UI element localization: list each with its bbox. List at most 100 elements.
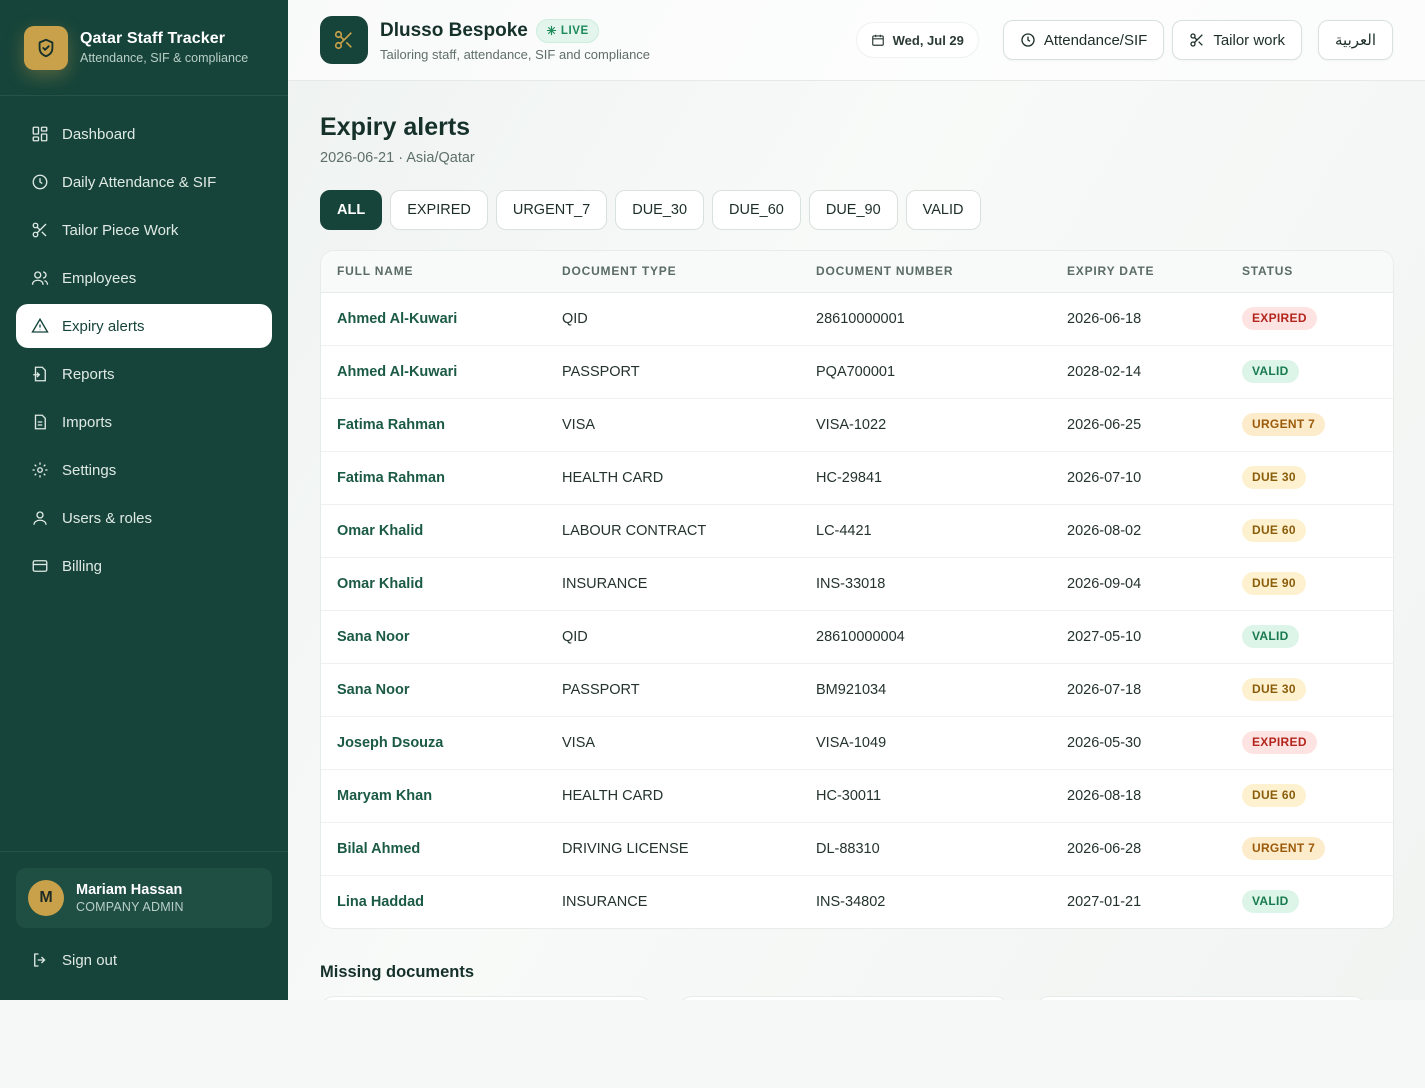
document-number-cell: 28610000001 — [800, 292, 1051, 346]
status-cell: VALID — [1226, 610, 1393, 664]
employee-name-cell[interactable]: Fatima Rahman — [321, 398, 546, 452]
status-badge: URGENT 7 — [1242, 413, 1326, 436]
expiry-date-cell: 2026-07-18 — [1051, 663, 1226, 717]
employee-name-cell[interactable]: Maryam Khan — [321, 769, 546, 823]
table-row[interactable]: Maryam Khan HEALTH CARD HC-30011 2026-08-18… — [321, 769, 1393, 823]
alert-triangle-icon — [30, 316, 50, 336]
employee-name-cell[interactable]: Ahmed Al-Kuwari — [321, 345, 546, 399]
sidebar-item-reports[interactable]: Reports — [16, 352, 272, 396]
sidebar-item-label: Imports — [62, 413, 113, 431]
status-badge: VALID — [1242, 360, 1299, 383]
sidebar-footer: M Mariam Hassan COMPANY ADMIN Sign out — [0, 851, 288, 1000]
sidebar-item-imports[interactable]: Imports — [16, 400, 272, 444]
sidebar-item-users-roles[interactable]: Users & roles — [16, 496, 272, 540]
table-row[interactable]: Lina Haddad INSURANCE INS-34802 2027-01-21 V… — [321, 875, 1393, 928]
document-number-cell: VISA-1022 — [800, 398, 1051, 452]
date-chip: Wed, Jul 29 — [855, 22, 979, 58]
tenant-name: Dlusso Bespoke — [380, 19, 528, 41]
filter-due-60[interactable]: DUE_60 — [712, 190, 801, 230]
status-badge: DUE 30 — [1242, 678, 1306, 701]
table-row[interactable]: Omar Khalid INSURANCE INS-33018 2026-09-04 D… — [321, 557, 1393, 611]
filter-expired[interactable]: EXPIRED — [390, 190, 488, 230]
employee-name-cell[interactable]: Sana Noor — [321, 610, 546, 664]
filter-due-90[interactable]: DUE_90 — [808, 190, 898, 230]
employee-name-cell[interactable]: Sana Noor — [321, 663, 546, 717]
scissors-icon — [1189, 32, 1205, 48]
status-badge: DUE 60 — [1242, 519, 1306, 542]
expiry-date-cell: 2028-02-14 — [1051, 345, 1226, 399]
status-cell: DUE 60 — [1226, 769, 1393, 823]
sign-out-label: Sign out — [62, 951, 118, 969]
sign-out-button[interactable]: Sign out — [16, 940, 272, 980]
main-area: Dlusso Bespoke LIVE Tailoring staff, att… — [288, 0, 1425, 1000]
sidebar-item-dashboard[interactable]: Dashboard — [16, 112, 272, 156]
table-row[interactable]: Ahmed Al-Kuwari QID 28610000001 2026-06-18 E… — [321, 292, 1393, 346]
attendance-sif-button[interactable]: Attendance/SIF — [1002, 20, 1165, 60]
user-name: Mariam Hassan — [76, 882, 183, 898]
status-cell: URGENT 7 — [1226, 398, 1393, 452]
employee-name-cell[interactable]: Ahmed Al-Kuwari — [321, 292, 546, 346]
tenant-subtitle: Tailoring staff, attendance, SIF and com… — [380, 46, 651, 62]
column-header[interactable]: EXPIRY DATE — [1051, 251, 1226, 293]
document-type-cell: VISA — [546, 398, 800, 452]
document-number-cell: DL-88310 — [800, 822, 1051, 876]
language-toggle-button[interactable]: العربية — [1318, 20, 1393, 60]
table-row[interactable]: Sana Noor QID 28610000004 2027-05-10 VALID — [321, 610, 1393, 664]
user-card[interactable]: M Mariam Hassan COMPANY ADMIN — [16, 868, 272, 928]
employee-name-cell[interactable]: Lina Haddad — [321, 875, 546, 928]
employee-name-cell[interactable]: Joseph Dsouza — [321, 716, 546, 770]
sidebar-item-settings[interactable]: Settings — [16, 448, 272, 492]
expiry-date-cell: 2026-08-18 — [1051, 769, 1226, 823]
employee-name-cell[interactable]: Omar Khalid — [321, 504, 546, 558]
shield-check-icon — [24, 25, 68, 70]
sidebar-item-expiry-alerts[interactable]: Expiry alerts — [16, 304, 272, 348]
table-row[interactable]: Fatima Rahman HEALTH CARD HC-29841 2026-07-… — [321, 451, 1393, 505]
table-row[interactable]: Fatima Rahman VISA VISA-1022 2026-06-25 URGE… — [321, 398, 1393, 452]
table-row[interactable]: Omar Khalid LABOUR CONTRACT LC-4421 2026-08… — [321, 504, 1393, 558]
missing-documents-title: Missing documents — [320, 963, 475, 981]
document-type-cell: LABOUR CONTRACT — [546, 504, 800, 558]
expiry-table: FULL NAME DOCUMENT TYPE DOCUMENT NUMBER … — [321, 251, 1393, 928]
document-number-cell: INS-33018 — [800, 557, 1051, 611]
column-header[interactable]: FULL NAME — [321, 251, 546, 293]
scissors-icon — [30, 220, 50, 240]
sidebar-item-label: Employees — [62, 269, 137, 287]
filter-urgent-7[interactable]: URGENT_7 — [495, 190, 608, 230]
filter-all[interactable]: ALL — [320, 190, 383, 230]
sidebar-item-billing[interactable]: Billing — [16, 544, 272, 588]
table-row[interactable]: Ahmed Al-Kuwari PASSPORT PQA700001 2028-02-… — [321, 345, 1393, 399]
status-filters: ALL EXPIRED URGENT_7 DUE_30 DUE_60 DUE_9… — [320, 190, 1393, 230]
document-number-cell: PQA700001 — [800, 345, 1051, 399]
expiry-date-cell: 2026-07-10 — [1051, 451, 1226, 505]
filter-due-30[interactable]: DUE_30 — [615, 190, 705, 230]
status-cell: DUE 90 — [1226, 557, 1393, 611]
employee-name-cell[interactable]: Omar Khalid — [321, 557, 546, 611]
document-number-cell: HC-29841 — [800, 451, 1051, 505]
sidebar-item-label: Tailor Piece Work — [62, 221, 179, 239]
brand-title: Qatar Staff Tracker — [80, 30, 226, 47]
status-cell: EXPIRED — [1226, 292, 1393, 346]
column-header[interactable]: STATUS — [1226, 251, 1393, 293]
document-type-cell: PASSPORT — [546, 663, 800, 717]
table-row[interactable]: Joseph Dsouza VISA VISA-1049 2026-05-30 EXPI… — [321, 716, 1393, 770]
status-badge: DUE 30 — [1242, 466, 1306, 489]
sidebar-item-tailor-piece-work[interactable]: Tailor Piece Work — [16, 208, 272, 252]
employee-name-cell[interactable]: Fatima Rahman — [321, 451, 546, 505]
column-header[interactable]: DOCUMENT TYPE — [546, 251, 800, 293]
report-icon — [30, 364, 50, 384]
column-header[interactable]: DOCUMENT NUMBER — [800, 251, 1051, 293]
sidebar-item-label: Daily Attendance & SIF — [62, 173, 217, 191]
filter-valid[interactable]: VALID — [905, 190, 981, 230]
expiry-date-cell: 2027-05-10 — [1051, 610, 1226, 664]
sidebar-item-employees[interactable]: Employees — [16, 256, 272, 300]
dashboard-icon — [30, 124, 50, 144]
sidebar-item-label: Expiry alerts — [62, 317, 145, 335]
table-row[interactable]: Sana Noor PASSPORT BM921034 2026-07-18 DUE 3… — [321, 663, 1393, 717]
users-icon — [30, 268, 50, 288]
sidebar-item-attendance[interactable]: Daily Attendance & SIF — [16, 160, 272, 204]
status-cell: DUE 30 — [1226, 663, 1393, 717]
tailor-work-button[interactable]: Tailor work — [1172, 20, 1302, 60]
table-row[interactable]: Bilal Ahmed DRIVING LICENSE DL-88310 2026-0… — [321, 822, 1393, 876]
employee-name-cell[interactable]: Bilal Ahmed — [321, 822, 546, 876]
document-number-cell: LC-4421 — [800, 504, 1051, 558]
